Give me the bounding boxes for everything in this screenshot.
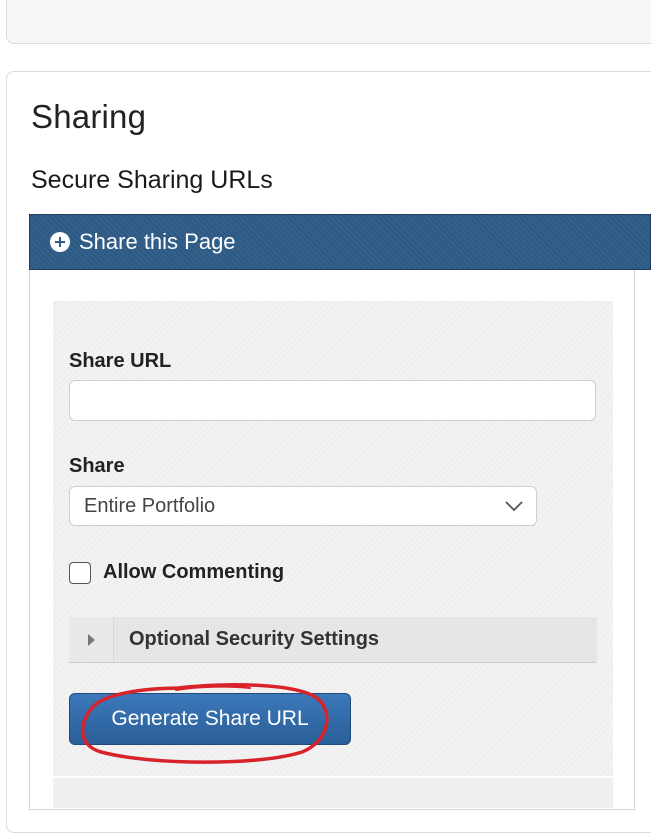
accordion-label: Share this Page <box>79 229 236 254</box>
top-panel <box>6 0 651 44</box>
share-select-value: Entire Portfolio <box>84 494 216 517</box>
share-form-card-footer <box>53 778 613 808</box>
expand-toggle[interactable] <box>69 617 114 662</box>
optional-security-settings-label: Optional Security Settings <box>129 628 380 650</box>
plus-circle-icon <box>50 232 70 252</box>
optional-security-settings-toggle[interactable]: Optional Security Settings <box>69 617 597 663</box>
section-subtitle: Secure Sharing URLs <box>31 166 273 194</box>
share-url-input[interactable] <box>69 380 596 421</box>
caret-right-icon <box>87 633 95 646</box>
chevron-down-icon <box>505 501 523 512</box>
share-this-page-accordion[interactable]: Share this Page <box>29 214 651 270</box>
share-select[interactable]: Entire Portfolio <box>69 486 537 526</box>
generate-share-url-button[interactable]: Generate Share URL <box>69 693 351 745</box>
share-url-label: Share URL <box>69 350 172 372</box>
share-label: Share <box>69 455 125 477</box>
allow-commenting-checkbox[interactable] <box>69 562 91 584</box>
page-title: Sharing <box>31 98 147 135</box>
allow-commenting-label[interactable]: Allow Commenting <box>103 561 284 584</box>
